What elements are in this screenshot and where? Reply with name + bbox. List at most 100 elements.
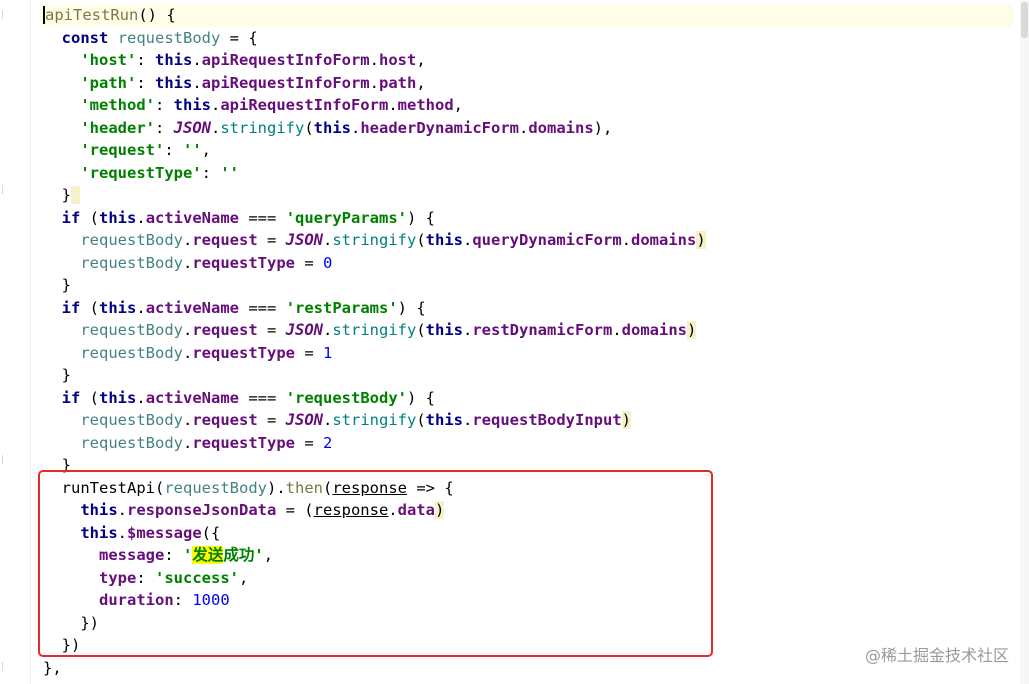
code-line[interactable]: 'header': JSON.stringify(this.headerDyna… <box>43 117 1013 140</box>
code-token: ) { <box>397 298 426 317</box>
property-token: requestType <box>192 253 295 272</box>
code-line[interactable]: } <box>43 184 1013 207</box>
code-token: ) <box>621 411 631 429</box>
keyword-token: if <box>61 388 81 407</box>
property-token: request <box>192 231 258 249</box>
code-line[interactable]: requestBody.request = JSON.stringify(thi… <box>43 319 1013 342</box>
variable-token: requestBody <box>80 231 183 249</box>
keyword-token: if <box>61 208 81 227</box>
code-token: , <box>416 73 426 92</box>
code-line[interactable]: if (this.activeName === 'requestBody') { <box>43 387 1013 410</box>
code-token: : <box>136 51 155 69</box>
keyword-token: this <box>99 388 137 407</box>
code-token: . <box>322 321 333 339</box>
string-token: 'header' <box>80 118 155 137</box>
fold-marker[interactable] <box>2 455 9 464</box>
code-token: ), <box>593 118 613 137</box>
code-token: = { <box>220 28 258 47</box>
property-token: queryDynamicForm <box>472 231 622 249</box>
code-token: , <box>416 51 426 69</box>
code-token: . <box>369 51 379 69</box>
variable-token: requestBody <box>117 28 221 47</box>
keyword-token: this <box>425 231 463 249</box>
keyword-token: this <box>155 73 193 92</box>
code-token: . <box>210 118 221 137</box>
string-token: 'request' <box>80 141 165 159</box>
variable-token: requestBody <box>80 411 183 429</box>
number-token: 2 <box>322 433 333 452</box>
code-line[interactable]: 'requestType': '' <box>43 162 1013 185</box>
code-token: . <box>322 231 333 249</box>
fold-marker[interactable] <box>2 662 9 671</box>
vertical-scrollbar[interactable] <box>1020 0 1029 684</box>
code-token: ( <box>416 411 426 429</box>
code-token: . <box>182 253 193 272</box>
code-token: = <box>294 343 323 362</box>
code-token: . <box>136 298 146 317</box>
code-token: . <box>463 321 473 339</box>
code-token: . <box>136 388 146 407</box>
code-token: . <box>612 321 622 339</box>
code-token: . <box>518 118 529 137</box>
string-token: 'requestBody' <box>285 388 408 407</box>
code-line[interactable]: apiTestRun() { <box>40 4 1013 27</box>
code-line[interactable]: 'path': this.apiRequestInfoForm.path, <box>43 72 1013 95</box>
string-token: 'queryParams' <box>285 208 408 227</box>
variable-token: requestBody <box>80 343 183 362</box>
fold-marker[interactable] <box>2 10 9 19</box>
code-token: . <box>621 231 631 249</box>
code-token: ( <box>304 118 314 137</box>
code-line[interactable]: const requestBody = { <box>43 27 1013 50</box>
code-line[interactable]: requestBody.request = JSON.stringify(thi… <box>43 229 1013 252</box>
code-line[interactable]: } <box>43 364 1013 387</box>
code-token: . <box>463 411 473 429</box>
keyword-token: this <box>425 321 463 339</box>
code-token: = <box>294 433 323 452</box>
code-token: : <box>154 96 174 114</box>
property-token: path <box>379 73 417 92</box>
property-token: headerDynamicForm <box>360 118 519 137</box>
code-line[interactable]: 'host': this.apiRequestInfoForm.host, <box>43 49 1013 72</box>
keyword-token: this <box>173 96 211 114</box>
scrollbar-thumb[interactable] <box>1021 2 1028 38</box>
code-token: . <box>182 231 193 249</box>
code-token: , <box>453 96 463 114</box>
code-token: . <box>322 411 333 429</box>
property-token: domains <box>528 118 594 137</box>
global-token: JSON <box>285 321 323 339</box>
fold-marker[interactable] <box>2 185 9 194</box>
code-token: = <box>294 253 323 272</box>
code-line[interactable]: 'method': this.apiRequestInfoForm.method… <box>43 94 1013 117</box>
watermark: @稀土掘金技术社区 <box>864 646 1009 665</box>
method-token: stringify <box>332 321 417 339</box>
code-line[interactable]: requestBody.requestType = 0 <box>43 252 1013 275</box>
string-token: '' <box>220 163 239 182</box>
string-token: 'path' <box>80 73 137 92</box>
keyword-token: if <box>61 298 81 317</box>
global-token: JSON <box>285 411 323 429</box>
code-line[interactable]: requestBody.requestType = 2 <box>43 432 1013 455</box>
method-token: stringify <box>332 231 417 249</box>
code-line[interactable]: if (this.activeName === 'restParams') { <box>43 297 1013 320</box>
code-token: } <box>61 186 72 204</box>
code-line[interactable]: 'request': '', <box>43 139 1013 162</box>
code-line[interactable]: requestBody.request = JSON.stringify(thi… <box>43 409 1013 432</box>
string-token: 'requestType' <box>80 163 202 182</box>
keyword-token: this <box>99 208 137 227</box>
global-token: JSON <box>173 118 211 137</box>
red-highlight-box <box>38 470 713 657</box>
code-line[interactable]: } <box>43 274 1013 297</box>
property-token: request <box>192 321 258 339</box>
code-token: . <box>388 96 398 114</box>
variable-token: requestBody <box>80 433 183 452</box>
code-token: ( <box>416 231 426 249</box>
string-token: 'restParams' <box>285 298 398 317</box>
code-token: ( <box>80 388 100 407</box>
property-token: request <box>192 411 258 429</box>
code-line[interactable]: requestBody.requestType = 1 <box>43 342 1013 365</box>
variable-token: requestBody <box>80 253 183 272</box>
property-token: domains <box>631 231 697 249</box>
code-line[interactable]: if (this.activeName === 'queryParams') { <box>43 207 1013 230</box>
code-token: = <box>257 411 286 429</box>
property-token: apiRequestInfoForm <box>201 73 370 92</box>
